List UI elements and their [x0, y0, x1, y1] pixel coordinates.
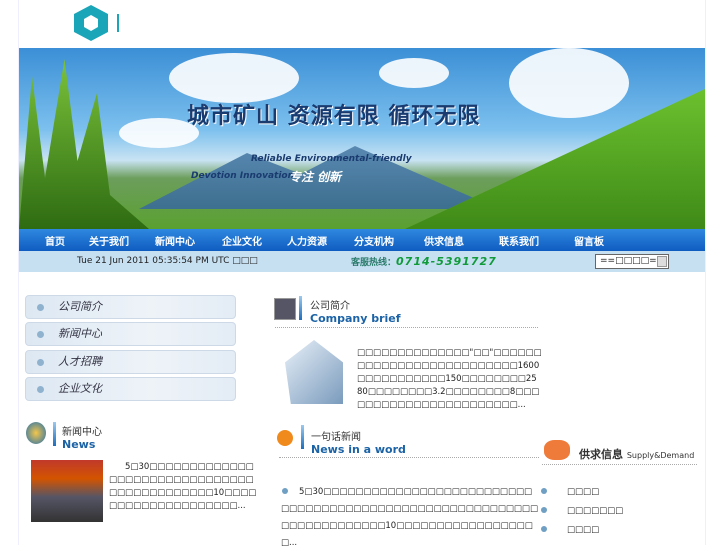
info-bar: Tue 21 Jun 2011 05:35:54 PM UTC □□□ 客服热线… [19, 251, 705, 272]
news-word-heading: 一句话新闻 News in a word [311, 432, 406, 456]
building-icon [285, 340, 343, 404]
links-select[interactable]: ==□□□□== [595, 254, 669, 269]
news-heading: 新闻中心 News [62, 427, 102, 451]
nav-guestbook[interactable]: 留言板 [574, 233, 604, 248]
banner-tagline: Reliable Environmental-friendly [251, 154, 412, 164]
nav-culture[interactable]: 企业文化 [222, 233, 262, 248]
banner-slogan: 城市矿山 资源有限 循环无限 [187, 104, 481, 129]
globe-icon [26, 422, 46, 444]
news-text[interactable]: 5□30□□□□□□□□□□□□□□□□□□□□□□□□□□□□□□□□□□□□… [109, 461, 259, 513]
nav-contact[interactable]: 联系我们 [499, 233, 539, 248]
company-heading: 公司简介 Company brief [310, 301, 401, 325]
sidebar-item-news[interactable]: 新闻中心 [25, 322, 236, 346]
rss-icon [277, 430, 293, 446]
sidebar-item-culture[interactable]: 企业文化 [25, 377, 236, 401]
nav-about[interactable]: 关于我们 [89, 233, 129, 248]
banner-tagline: Devotion Innovation [191, 171, 294, 181]
main-nav: 首页 关于我们 新闻中心 企业文化 人力资源 分支机构 供求信息 联系我们 留言… [19, 229, 705, 251]
supply-item[interactable]: □□□□ [567, 487, 599, 497]
logo-divider [117, 14, 119, 32]
company-icon [274, 298, 296, 320]
hotline-number: 0714-5391727 [396, 255, 497, 268]
phone-icon [544, 440, 570, 460]
nav-news[interactable]: 新闻中心 [155, 233, 195, 248]
news-photo[interactable] [31, 460, 103, 522]
sidebar-item-company[interactable]: 公司简介 [25, 295, 236, 319]
header [19, 0, 705, 48]
datetime: Tue 21 Jun 2011 05:35:54 PM UTC □□□ [77, 256, 258, 266]
company-text: □□□□□□□□□□□□□□"□□"□□□□□□□□□□□□□□□□□□□□□□… [357, 348, 542, 410]
hotline-label: 客服热线： [351, 258, 397, 268]
page: 城市矿山 资源有限 循环无限 Reliable Environmental-fr… [18, 0, 706, 548]
select-value: ==□□□□== [600, 256, 665, 266]
nav-hr[interactable]: 人力资源 [287, 233, 327, 248]
banner-tagline-cn: 专注 创新 [289, 170, 342, 184]
sidebar-item-jobs[interactable]: 人才招聘 [25, 350, 236, 374]
nav-home[interactable]: 首页 [45, 233, 65, 248]
news-word-text[interactable]: 5□30□□□□□□□□□□□□□□□□□□□□□□□□□□□□□□□□□□□□… [281, 484, 539, 552]
hotline: 客服热线：0714-5391727 [351, 255, 497, 268]
dropdown-arrow-icon [657, 256, 667, 267]
nav-supply[interactable]: 供求信息 [424, 233, 464, 248]
supply-heading: 供求信息 Supply&Demand [579, 448, 695, 461]
logo[interactable] [74, 5, 108, 41]
banner: 城市矿山 资源有限 循环无限 Reliable Environmental-fr… [19, 48, 705, 229]
supply-item[interactable]: □□□□□□□ [567, 506, 623, 516]
nav-branches[interactable]: 分支机构 [354, 233, 394, 248]
supply-item[interactable]: □□□□ [567, 525, 599, 535]
